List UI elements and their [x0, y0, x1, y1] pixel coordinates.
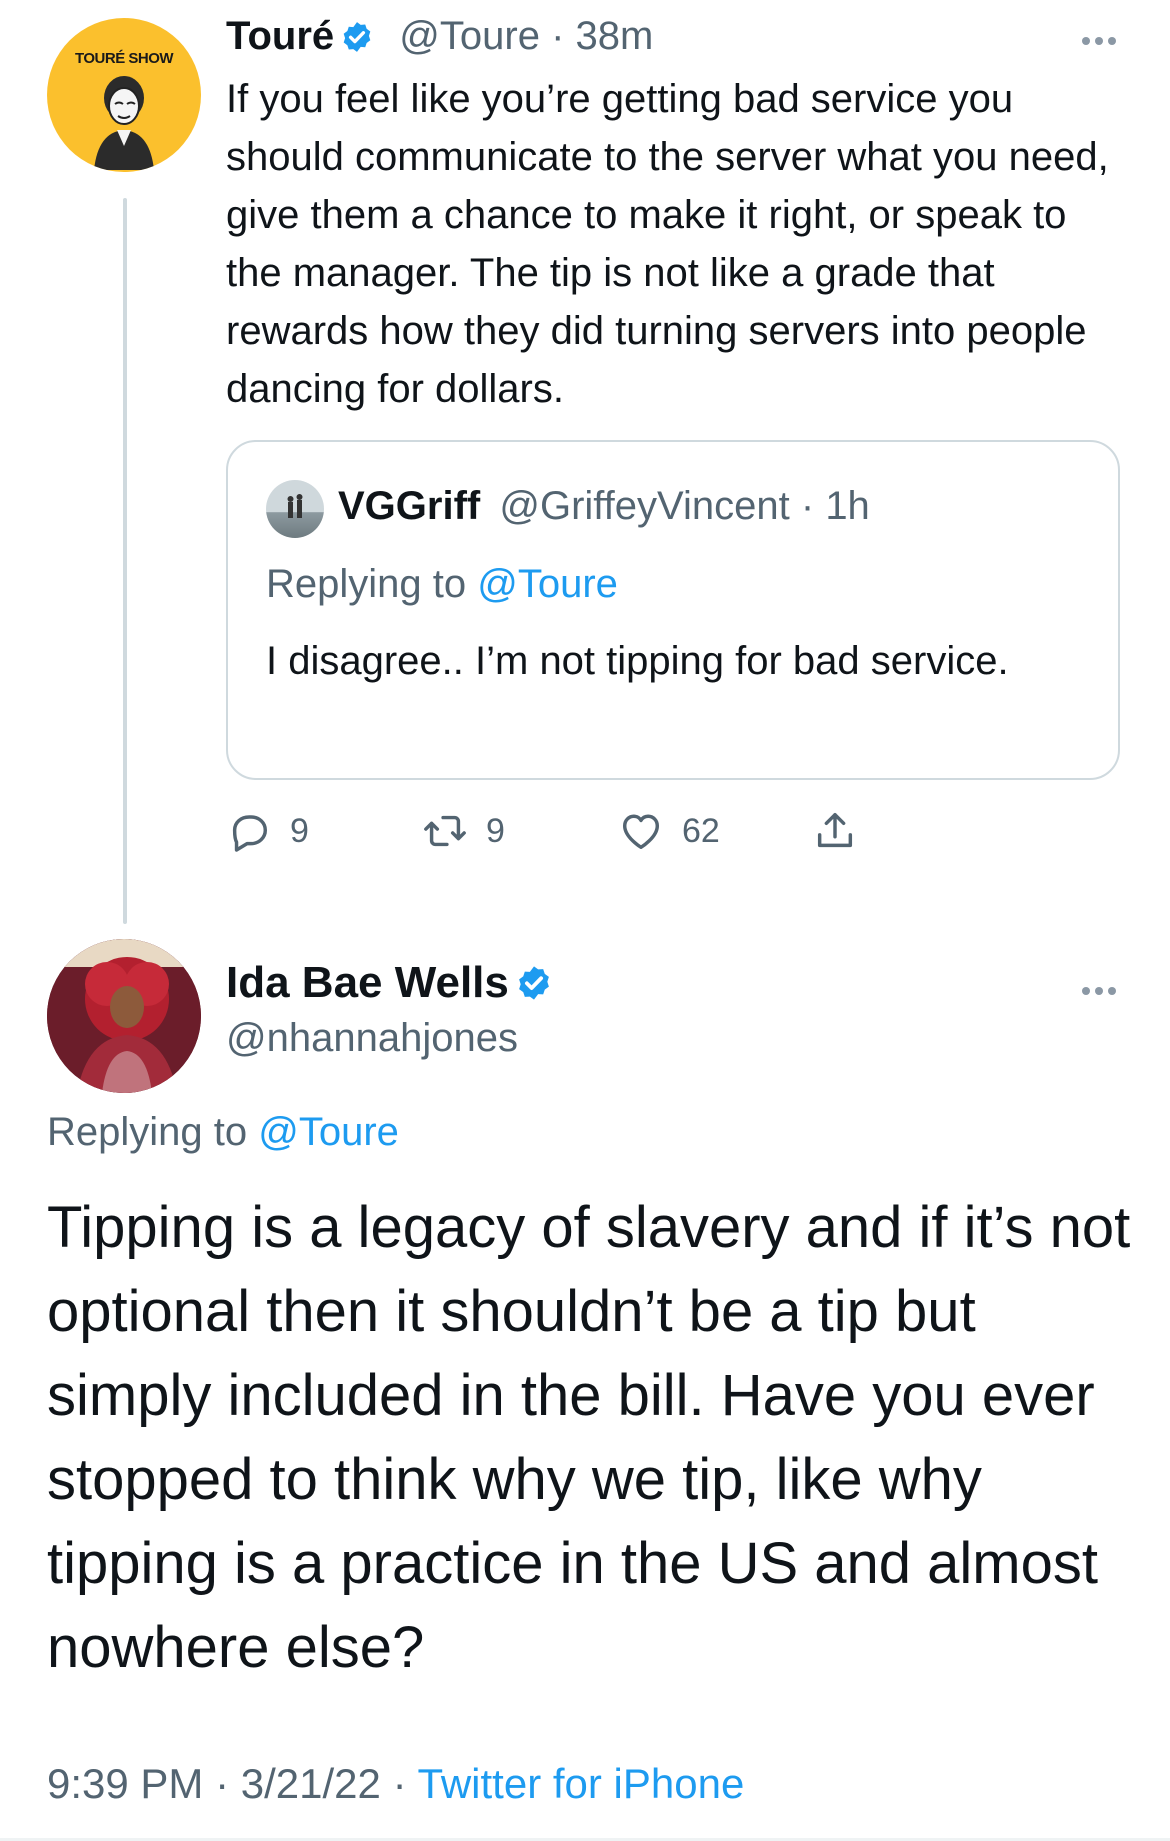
vggriff-avatar[interactable]	[266, 480, 324, 538]
toure-avatar[interactable]: TOURÉ SHOW	[47, 18, 201, 172]
heart-icon	[622, 814, 660, 850]
retweet-count: 9	[486, 811, 505, 850]
ida-more-icon[interactable]	[1082, 982, 1126, 996]
like-count: 62	[682, 811, 720, 850]
ida-time[interactable]: 9:39 PM	[47, 1760, 203, 1807]
vggriff-display-name: VGGriff	[338, 484, 481, 528]
reply-count: 9	[290, 811, 309, 850]
portrait-figure	[94, 76, 154, 170]
quoted-tweet-text: I disagree.. I’m not tipping for bad ser…	[266, 639, 1009, 683]
toure-time[interactable]: 38m	[576, 14, 654, 58]
toure-handle[interactable]: @Toure	[399, 14, 540, 58]
quoted-replying-to: Replying to @Toure	[266, 562, 618, 607]
vggriff-separator: ·	[800, 484, 815, 528]
ida-source[interactable]: Twitter for iPhone	[418, 1760, 745, 1807]
toure-action-bar: 9 9 62	[226, 808, 1126, 858]
quoted-tweet-card[interactable]: VGGriff @GriffeyVincent · 1h Replying to…	[226, 440, 1120, 780]
share-icon	[817, 812, 853, 848]
verified-badge-icon	[518, 966, 549, 1000]
toure-tweet-text: If you feel like you’re getting bad serv…	[226, 77, 1109, 411]
toure-display-name[interactable]: Touré	[226, 14, 334, 58]
avatar-show-label: TOURÉ SHOW	[74, 50, 174, 67]
ida-display-name[interactable]: Ida Bae Wells	[226, 958, 509, 1007]
like-button[interactable]: 62	[618, 808, 720, 854]
retweet-button[interactable]: 9	[422, 808, 505, 854]
ida-tweet-text: Tipping is a legacy of slavery and if it…	[47, 1195, 1131, 1680]
toure-more-icon[interactable]	[1082, 32, 1126, 46]
quoted-replying-handle[interactable]: @Toure	[477, 562, 618, 606]
toure-separator: ·	[551, 14, 565, 58]
quoted-replying-prefix: Replying to	[266, 562, 467, 606]
vggriff-time: 1h	[825, 484, 870, 528]
verified-badge-icon	[343, 22, 371, 52]
ida-handle[interactable]: @nhannahjones	[226, 1016, 518, 1061]
quoted-tweet-header: VGGriff @GriffeyVincent · 1h	[338, 484, 870, 529]
vggriff-handle: @GriffeyVincent	[499, 484, 790, 528]
ida-date[interactable]: 3/21/22	[241, 1760, 381, 1807]
reply-icon	[232, 815, 268, 852]
toure-tweet-header: Touré @Toure · 38m	[226, 14, 653, 59]
magazine-cover-portrait	[47, 939, 201, 1093]
ida-replying-prefix: Replying to	[47, 1110, 248, 1154]
ida-tweet-meta: 9:39 PM · 3/21/22 · Twitter for iPhone	[47, 1760, 744, 1808]
ida-meta-separator-2: ·	[392, 1760, 407, 1807]
share-button[interactable]	[812, 808, 876, 854]
thread-connector-line	[123, 198, 127, 924]
ida-replying-handle[interactable]: @Toure	[258, 1110, 399, 1154]
avatar-people-icon	[287, 494, 303, 518]
reply-button[interactable]: 9	[226, 808, 309, 854]
ida-replying-to: Replying to @Toure	[47, 1110, 399, 1155]
ida-display-name-row: Ida Bae Wells	[226, 958, 553, 1008]
retweet-icon	[424, 815, 466, 847]
ida-meta-separator-1: ·	[215, 1760, 230, 1807]
ida-avatar[interactable]	[47, 939, 201, 1093]
